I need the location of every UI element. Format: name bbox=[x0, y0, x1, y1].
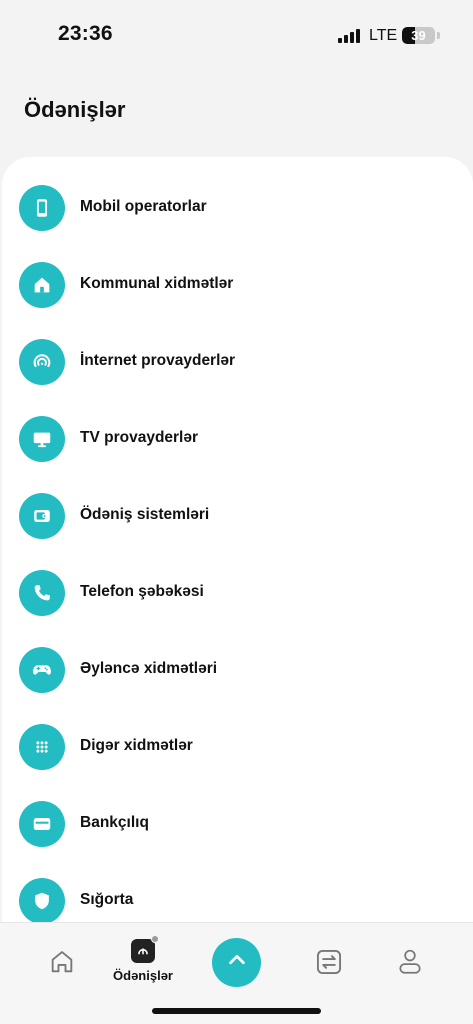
category-utilities[interactable]: Kommunal xidmətlər bbox=[2, 246, 473, 323]
battery-cap bbox=[437, 32, 440, 39]
categories-card: Mobil operatorlar Kommunal xidmətlər İnt… bbox=[2, 157, 473, 977]
category-label: Kommunal xidmətlər bbox=[80, 275, 234, 292]
wallet-icon bbox=[19, 493, 65, 539]
transfer-arrows-icon bbox=[315, 948, 343, 976]
category-tv-providers[interactable]: TV provayderlər bbox=[2, 400, 473, 477]
category-other-services[interactable]: Digər xidmətlər bbox=[2, 708, 473, 785]
category-label: İnternet provayderlər bbox=[80, 352, 236, 369]
category-payment-systems[interactable]: Ödəniş sistemləri bbox=[2, 477, 473, 554]
category-internet-providers[interactable]: İnternet provayderlər bbox=[2, 323, 473, 400]
nav-center-button[interactable] bbox=[212, 938, 261, 987]
payments-icon bbox=[131, 935, 159, 963]
payments-screen: 23:36 LTE 39 Ödənişlər Mobil operatorlar bbox=[0, 0, 473, 1024]
category-mobile-operators[interactable]: Mobil operatorlar bbox=[2, 169, 473, 246]
battery-icon: 39 bbox=[402, 27, 435, 44]
status-time: 23:36 bbox=[58, 22, 113, 45]
shield-icon bbox=[19, 878, 65, 924]
status-bar: 23:36 LTE 39 bbox=[0, 0, 473, 70]
wifi-signal-icon bbox=[19, 339, 65, 385]
card-icon bbox=[19, 801, 65, 847]
battery-percent: 39 bbox=[411, 28, 426, 43]
category-label: Ödəniş sistemləri bbox=[80, 506, 210, 523]
category-label: Mobil operatorlar bbox=[80, 198, 207, 215]
page-title: Ödənişlər bbox=[24, 97, 126, 122]
category-label: Telefon şəbəkəsi bbox=[80, 583, 204, 600]
category-label: Sığorta bbox=[80, 891, 134, 908]
user-icon bbox=[397, 948, 423, 976]
home-indicator bbox=[152, 1008, 321, 1014]
nav-profile[interactable] bbox=[396, 948, 424, 1024]
category-telephone-network[interactable]: Telefon şəbəkəsi bbox=[2, 554, 473, 631]
phone-icon bbox=[19, 570, 65, 616]
category-banking[interactable]: Bankçılıq bbox=[2, 785, 473, 862]
category-list: Mobil operatorlar Kommunal xidmətlər İnt… bbox=[2, 169, 473, 939]
tv-monitor-icon bbox=[19, 416, 65, 462]
home-outline-icon bbox=[48, 948, 76, 976]
category-label: Digər xidmətlər bbox=[80, 737, 193, 754]
category-label: TV provayderlər bbox=[80, 429, 199, 446]
category-entertainment[interactable]: Əyləncə xidmətləri bbox=[2, 631, 473, 708]
gamepad-icon bbox=[19, 647, 65, 693]
mobile-phone-icon bbox=[19, 185, 65, 231]
network-type: LTE bbox=[369, 27, 398, 44]
category-label: Əyləncə xidmətləri bbox=[80, 660, 218, 677]
dots-grid-icon bbox=[19, 724, 65, 770]
chevron-up-icon bbox=[226, 949, 248, 976]
notification-dot bbox=[151, 935, 159, 943]
nav-home[interactable] bbox=[44, 948, 80, 1024]
home-icon bbox=[19, 262, 65, 308]
nav-payments-label: Ödənişlər bbox=[113, 968, 173, 983]
category-label: Bankçılıq bbox=[80, 814, 149, 831]
signal-strength-icon bbox=[338, 29, 360, 43]
